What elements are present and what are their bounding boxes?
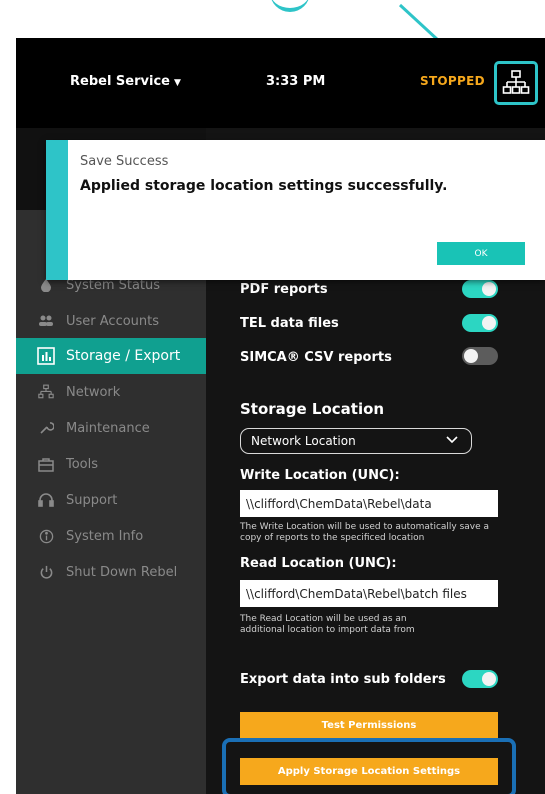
sidebar-item-storage-export[interactable]: Storage / Export <box>16 338 206 374</box>
dialog-message: Applied storage location settings succes… <box>80 178 448 194</box>
users-icon <box>36 314 56 328</box>
pdf-reports-toggle[interactable] <box>462 280 498 298</box>
headset-icon <box>36 492 56 508</box>
read-location-label: Read Location (UNC): <box>240 556 397 571</box>
chevron-down-icon <box>446 436 458 444</box>
network-status-button[interactable] <box>494 61 538 105</box>
pdf-reports-label: PDF reports <box>240 282 328 297</box>
simca-csv-toggle[interactable] <box>462 347 498 365</box>
sidebar-item-user-accounts[interactable]: User Accounts <box>16 303 206 339</box>
sidebar-item-network[interactable]: Network <box>16 374 206 410</box>
sidebar-item-tools[interactable]: Tools <box>16 446 206 482</box>
subfolders-toggle[interactable] <box>462 670 498 688</box>
ok-button[interactable]: OK <box>437 242 525 265</box>
write-location-input[interactable]: \\clifford\ChemData\Rebel\data <box>240 490 498 517</box>
subfolders-label: Export data into sub folders <box>240 672 446 687</box>
info-icon <box>36 529 56 544</box>
write-location-label: Write Location (UNC): <box>240 468 400 483</box>
bar-chart-icon <box>36 347 56 365</box>
sidebar-item-support[interactable]: Support <box>16 482 206 518</box>
clock: 3:33 PM <box>266 74 326 89</box>
caret-down-icon: ▼ <box>173 78 181 88</box>
sidebar-item-shut-down[interactable]: Shut Down Rebel <box>16 554 206 590</box>
save-success-dialog: Save Success Applied storage location se… <box>46 140 545 280</box>
toolbox-icon <box>36 457 56 472</box>
network-icon <box>502 70 530 94</box>
instrument-status: STOPPED <box>420 74 485 88</box>
sidebar: System Status User Accounts Storage / Ex… <box>16 210 206 794</box>
user-menu[interactable]: Rebel Service ▼ <box>70 74 181 89</box>
storage-location-select[interactable]: Network Location <box>240 428 472 454</box>
wrench-icon <box>36 420 56 436</box>
simca-csv-label: SIMCA® CSV reports <box>240 350 392 365</box>
test-permissions-button[interactable]: Test Permissions <box>240 712 498 739</box>
water-drop-icon <box>36 278 56 292</box>
sidebar-item-system-info[interactable]: System Info <box>16 518 206 554</box>
sidebar-item-maintenance[interactable]: Maintenance <box>16 410 206 446</box>
read-location-help: The Read Location will be used as an add… <box>240 614 415 635</box>
network-icon <box>36 384 56 400</box>
storage-location-heading: Storage Location <box>240 400 385 418</box>
tel-data-files-label: TEL data files <box>240 316 339 331</box>
dialog-title: Save Success <box>80 154 169 169</box>
tel-data-files-toggle[interactable] <box>462 314 498 332</box>
highlight-frame <box>222 738 516 794</box>
top-bar: Rebel Service ▼ 3:33 PM STOPPED <box>16 38 545 128</box>
read-location-input[interactable]: \\clifford\ChemData\Rebel\batch files <box>240 580 498 607</box>
write-location-help: The Write Location will be used to autom… <box>240 522 490 543</box>
power-icon <box>36 564 56 580</box>
